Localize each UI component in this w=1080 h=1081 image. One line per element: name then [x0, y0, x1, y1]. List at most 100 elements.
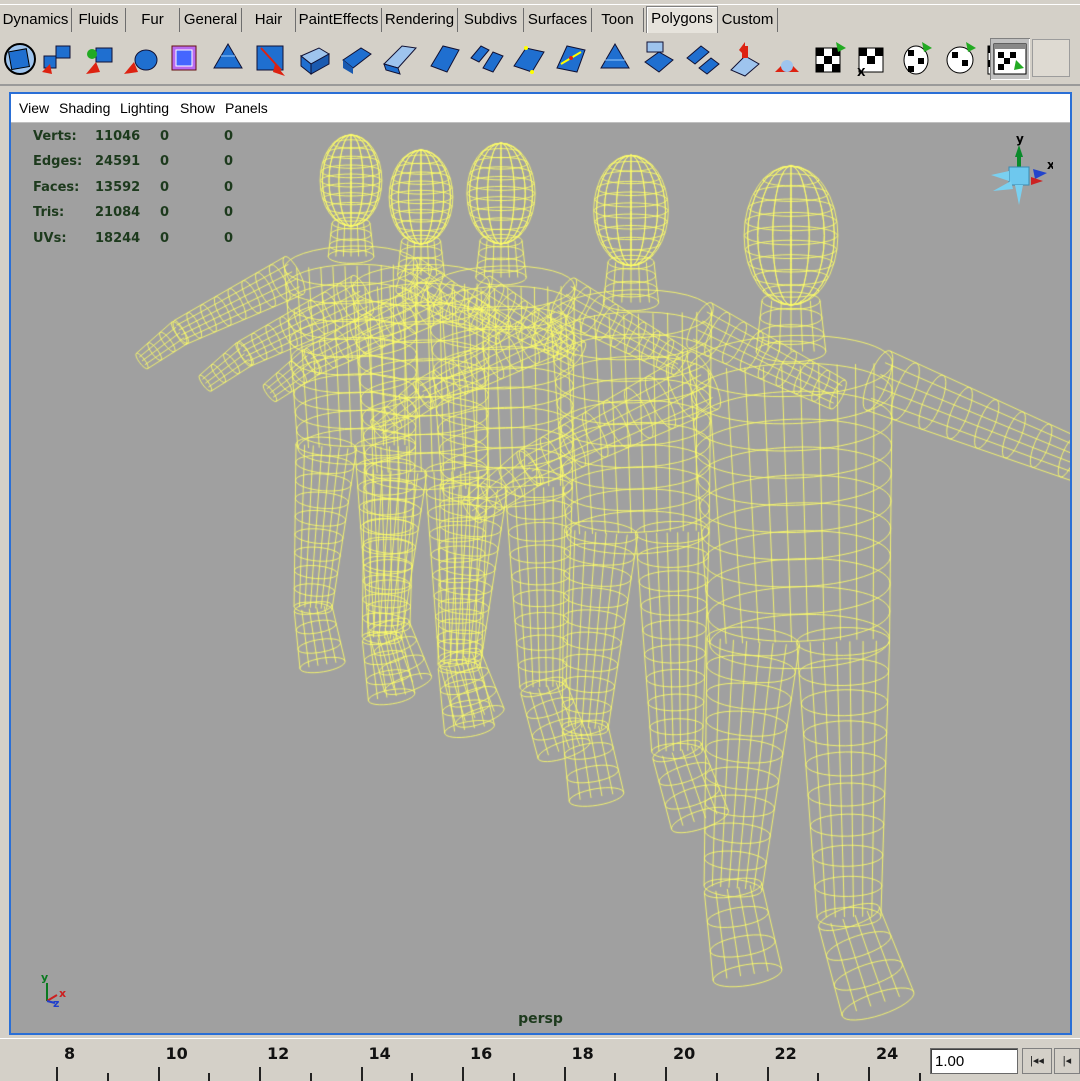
hud-value: 24591 [95, 154, 141, 170]
uv-texture-editor-icon [993, 43, 1027, 75]
cylindrical-map-icon [903, 42, 932, 75]
sculpt-icon [775, 60, 799, 72]
combine-icon[interactable] [38, 38, 78, 80]
gizmo-x-label: x [1047, 158, 1053, 172]
time-tick-label: 24 [876, 1044, 899, 1063]
gizmo-z-cone [1031, 177, 1043, 185]
menu-view[interactable]: View [19, 100, 49, 116]
empty-shelf-slot[interactable] [1032, 39, 1070, 77]
time-tick-label: 16 [470, 1044, 493, 1063]
gizmo-y-label: y [1016, 133, 1024, 146]
time-tick-label: 8 [64, 1044, 76, 1063]
bridge-icon[interactable] [467, 38, 507, 80]
hud-value: 21084 [95, 205, 141, 221]
hud-value: 0 [224, 205, 234, 221]
wedge-faces-icon[interactable] [553, 38, 593, 80]
chip-off-icon[interactable] [725, 38, 765, 80]
tab-dynamics[interactable]: Dynamics [0, 8, 72, 32]
poke-faces-icon [600, 43, 630, 69]
time-slider[interactable]: 8 10 12 14 16 18 20 22 24 |◂◂ |◂ [0, 1038, 1080, 1081]
axis-y-label: y [41, 971, 48, 984]
menu-show[interactable]: Show [180, 100, 215, 116]
time-tick-label: 20 [673, 1044, 696, 1063]
gizmo-y-shaft [1017, 157, 1021, 167]
extrude-face-icon [300, 47, 330, 76]
extrude-edge-icon [342, 47, 372, 74]
step-back-key-button[interactable]: |◂◂ [1022, 1048, 1052, 1074]
hud-value: 11046 [95, 129, 141, 144]
tab-fur[interactable]: Fur [126, 8, 180, 32]
hud-value: 0 [224, 179, 234, 195]
tab-fluids[interactable]: Fluids [72, 8, 126, 32]
cut-faces-icon[interactable] [683, 38, 723, 80]
automatic-map-icon: X [857, 47, 884, 79]
cylindrical-map-icon[interactable] [896, 38, 936, 80]
menu-shading[interactable]: Shading [59, 100, 110, 116]
tab-custom[interactable]: Custom [718, 8, 778, 32]
go-to-start-button[interactable]: |◂ [1054, 1048, 1080, 1074]
current-frame-field[interactable] [930, 1048, 1018, 1074]
tab-polygons[interactable]: Polygons [646, 6, 718, 33]
tab-general[interactable]: General [180, 8, 242, 32]
menu-lighting[interactable]: Lighting [120, 100, 169, 116]
gizmo-x-cone [1033, 169, 1047, 179]
gizmo-y-cone [1015, 145, 1023, 157]
subdivide-icon [213, 43, 243, 69]
hud-value: 18244 [95, 230, 141, 246]
hud-value: 0 [160, 205, 170, 221]
tab-subdivs[interactable]: Subdivs [458, 8, 524, 32]
extrude-face-icon[interactable] [295, 38, 335, 80]
duplicate-face-icon [644, 41, 674, 73]
tab-toon[interactable]: Toon [592, 8, 644, 32]
hud-value: 0 [160, 179, 170, 195]
hud-value: 0 [160, 154, 170, 170]
spherical-map-icon [946, 42, 976, 74]
tab-surfaces[interactable]: Surfaces [524, 8, 592, 32]
tab-rendering[interactable]: Rendering [382, 8, 458, 32]
time-tick-major [259, 1067, 261, 1081]
separate-icon[interactable] [80, 38, 120, 80]
hud-value: 0 [224, 129, 234, 144]
append-polygon-icon[interactable] [510, 38, 550, 80]
extrude-edge-icon[interactable] [337, 38, 377, 80]
sculpt-icon[interactable] [767, 38, 807, 80]
time-tick-label: 18 [571, 1044, 594, 1063]
smooth-proxy-icon [171, 45, 197, 71]
polygon-select-icon[interactable] [0, 38, 40, 80]
wireframe-characters [11, 123, 1070, 1033]
axis-x-label: x [59, 987, 66, 1000]
bridge-icon [470, 45, 504, 73]
time-tick-major [56, 1067, 58, 1081]
planar-map-icon[interactable] [810, 38, 850, 80]
smooth-proxy-icon[interactable] [164, 38, 204, 80]
menu-panels[interactable]: Panels [225, 100, 268, 116]
planar-map-icon [815, 42, 846, 73]
gizmo-leftdown-cone [993, 181, 1013, 191]
chip-off-icon [730, 42, 760, 77]
duplicate-face-icon[interactable] [639, 38, 679, 80]
hud-value: 0 [160, 129, 170, 144]
time-tick-major [665, 1067, 667, 1081]
spherical-map-icon[interactable] [940, 38, 980, 80]
poke-faces-icon[interactable] [595, 38, 635, 80]
time-tick-major [563, 1067, 566, 1081]
hud-value: 0 [224, 154, 234, 170]
extract-icon[interactable] [120, 38, 160, 80]
extract-icon [124, 49, 158, 74]
merge-vertices-icon[interactable] [425, 38, 465, 80]
subdivide-icon[interactable] [208, 38, 248, 80]
uv-texture-editor-icon[interactable] [990, 38, 1030, 80]
viewport-panel: View Shading Lighting Show Panels Verts:… [9, 92, 1072, 1035]
time-tick-major [157, 1067, 160, 1081]
split-polygon-icon[interactable] [251, 38, 291, 80]
combine-icon [42, 45, 71, 74]
tab-hair[interactable]: Hair [242, 8, 296, 32]
tab-painteffects[interactable]: PaintEffects [296, 8, 382, 32]
separate-icon [86, 47, 113, 74]
bevel-icon [383, 45, 417, 75]
bevel-icon[interactable] [380, 38, 420, 80]
perspective-viewport[interactable]: Verts: 11046 0 0 Edges: 24591 0 0 Faces:… [11, 123, 1070, 1033]
view-axis-gizmo[interactable]: y x [983, 133, 1053, 213]
time-tick-major [360, 1067, 363, 1081]
automatic-map-icon[interactable]: X [853, 38, 893, 80]
